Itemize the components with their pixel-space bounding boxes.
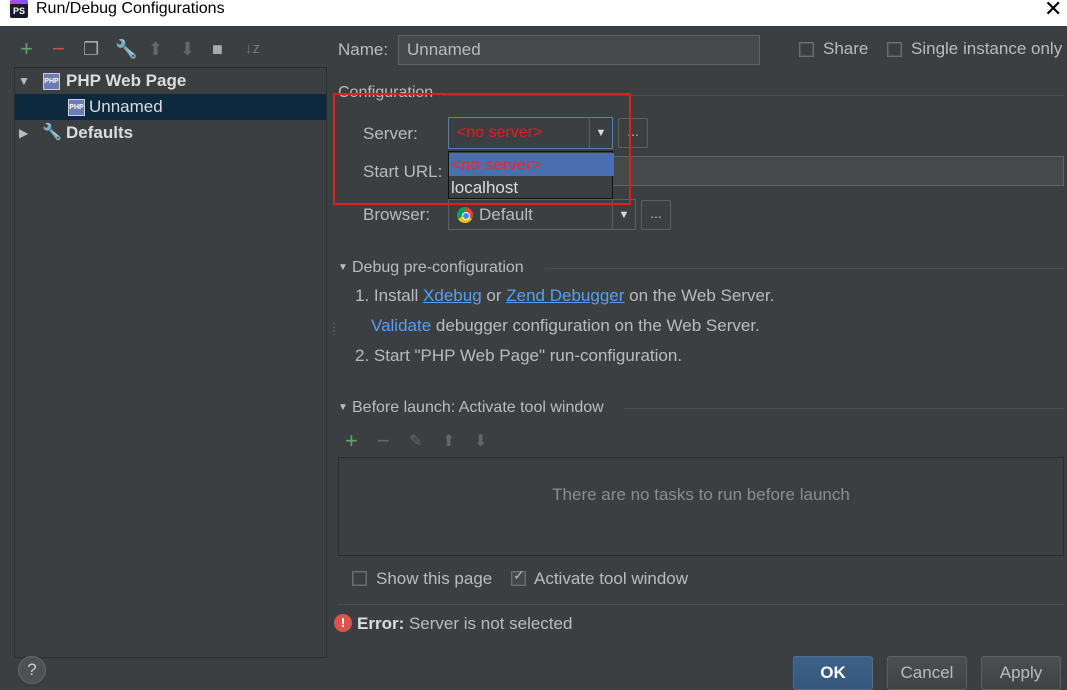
error-label: Error: [357, 614, 405, 633]
step1-suffix: on the Web Server. [629, 286, 775, 305]
share-checkbox[interactable] [799, 42, 814, 57]
error-text: Server is not selected [408, 614, 573, 633]
folder-icon[interactable]: ■ [212, 38, 223, 60]
cancel-button[interactable]: Cancel [887, 656, 967, 690]
browser-label: Browser: [363, 205, 431, 224]
debug-separator [545, 268, 1064, 269]
tree-item-label: PHP Web Page [66, 71, 187, 90]
close-icon[interactable]: ✕ [1044, 0, 1062, 20]
activate-tool-window-checkbox[interactable]: ✓ [511, 567, 526, 586]
remove-icon[interactable]: − [52, 38, 65, 60]
before-launch-title: Before launch: Activate tool window [352, 399, 604, 416]
sort-icon[interactable]: ↓z [245, 38, 260, 60]
move-task-up-icon[interactable]: ⬆ [442, 431, 455, 451]
window-title: Run/Debug Configurations [36, 0, 225, 17]
move-task-down-icon[interactable]: ⬇ [474, 431, 487, 451]
help-button[interactable]: ? [18, 656, 46, 684]
single-instance-checkbox[interactable] [887, 42, 902, 57]
php-icon: PHP [68, 99, 85, 116]
error-separator [338, 604, 1064, 605]
empty-task-list-text: There are no tasks to run before launch [552, 485, 850, 504]
add-icon[interactable]: + [20, 38, 33, 60]
configuration-tree: ▼ PHP PHP Web Page PHP Unnamed ▶ 🔧 Defau… [14, 67, 327, 658]
name-input[interactable]: Unnamed [398, 35, 760, 65]
zend-debugger-link[interactable]: Zend Debugger [506, 286, 624, 305]
show-this-page-label: Show this page [376, 569, 493, 588]
error-icon: ! [334, 614, 352, 632]
apply-button[interactable]: Apply [981, 656, 1061, 690]
expanded-arrow-icon[interactable]: ▼ [18, 68, 30, 94]
xdebug-link[interactable]: Xdebug [423, 286, 482, 305]
add-task-icon[interactable]: + [345, 428, 358, 454]
debug-step2: 2. Start "PHP Web Page" run-configuratio… [355, 346, 683, 365]
tree-item-unnamed[interactable]: PHP Unnamed [15, 94, 326, 120]
edit-defaults-icon[interactable]: 🔧 [115, 38, 137, 60]
debug-section-title: Debug pre-configuration [352, 259, 524, 276]
move-down-icon[interactable]: ⬇ [180, 38, 195, 60]
php-icon: PHP [43, 73, 60, 90]
validate-link[interactable]: Validate [371, 316, 431, 335]
name-label: Name: [338, 40, 389, 59]
checkmark-icon: ✓ [513, 567, 525, 583]
activate-tool-window-label: Activate tool window [534, 569, 689, 588]
tree-item-defaults[interactable]: ▶ 🔧 Defaults [15, 120, 326, 146]
before-launch-separator [624, 408, 1064, 409]
share-label: Share [823, 39, 869, 58]
debug-step1: 1. Install Xdebug or Zend Debugger on th… [355, 286, 774, 306]
collapsed-arrow-icon[interactable]: ▶ [19, 120, 28, 146]
debug-validate-line: Validate debugger configuration on the W… [371, 316, 760, 336]
single-instance-label: Single instance only [911, 39, 1063, 58]
phpstorm-app-icon: PS [10, 0, 28, 18]
splitter-handle[interactable]: ⋮ ⋮ [329, 323, 339, 337]
before-launch-task-list: There are no tasks to run before launch [338, 457, 1064, 556]
or-text: or [486, 286, 502, 305]
step1-prefix: 1. Install [355, 286, 419, 305]
move-up-icon[interactable]: ⬆ [148, 38, 163, 60]
before-launch-collapse-arrow-icon[interactable]: ▼ [338, 402, 348, 413]
edit-task-icon[interactable]: ✎ [409, 431, 422, 451]
tree-item-php-web-page[interactable]: ▼ PHP PHP Web Page [15, 68, 326, 94]
ok-button[interactable]: OK [793, 656, 873, 690]
remove-task-icon[interactable]: − [377, 428, 390, 454]
title-bar: PS Run/Debug Configurations ✕ [0, 0, 1067, 26]
browser-combo-value: Default [479, 205, 533, 224]
show-this-page-checkbox[interactable] [352, 571, 367, 586]
browser-browse-button[interactable]: ... [641, 200, 671, 230]
highlight-annotation-box [333, 93, 631, 205]
copy-icon[interactable]: ❐ [83, 38, 99, 60]
validate-suffix: debugger configuration on the Web Server… [435, 316, 760, 335]
tree-item-label: Defaults [66, 123, 134, 142]
start-url-input[interactable] [612, 156, 1064, 186]
tree-item-label: Unnamed [89, 97, 163, 116]
chrome-icon-center [462, 212, 470, 220]
wrench-icon: 🔧 [42, 124, 62, 141]
app-icon-text: PS [12, 6, 25, 16]
error-message: Error: Server is not selected [357, 614, 572, 634]
debug-collapse-arrow-icon[interactable]: ▼ [338, 262, 348, 273]
